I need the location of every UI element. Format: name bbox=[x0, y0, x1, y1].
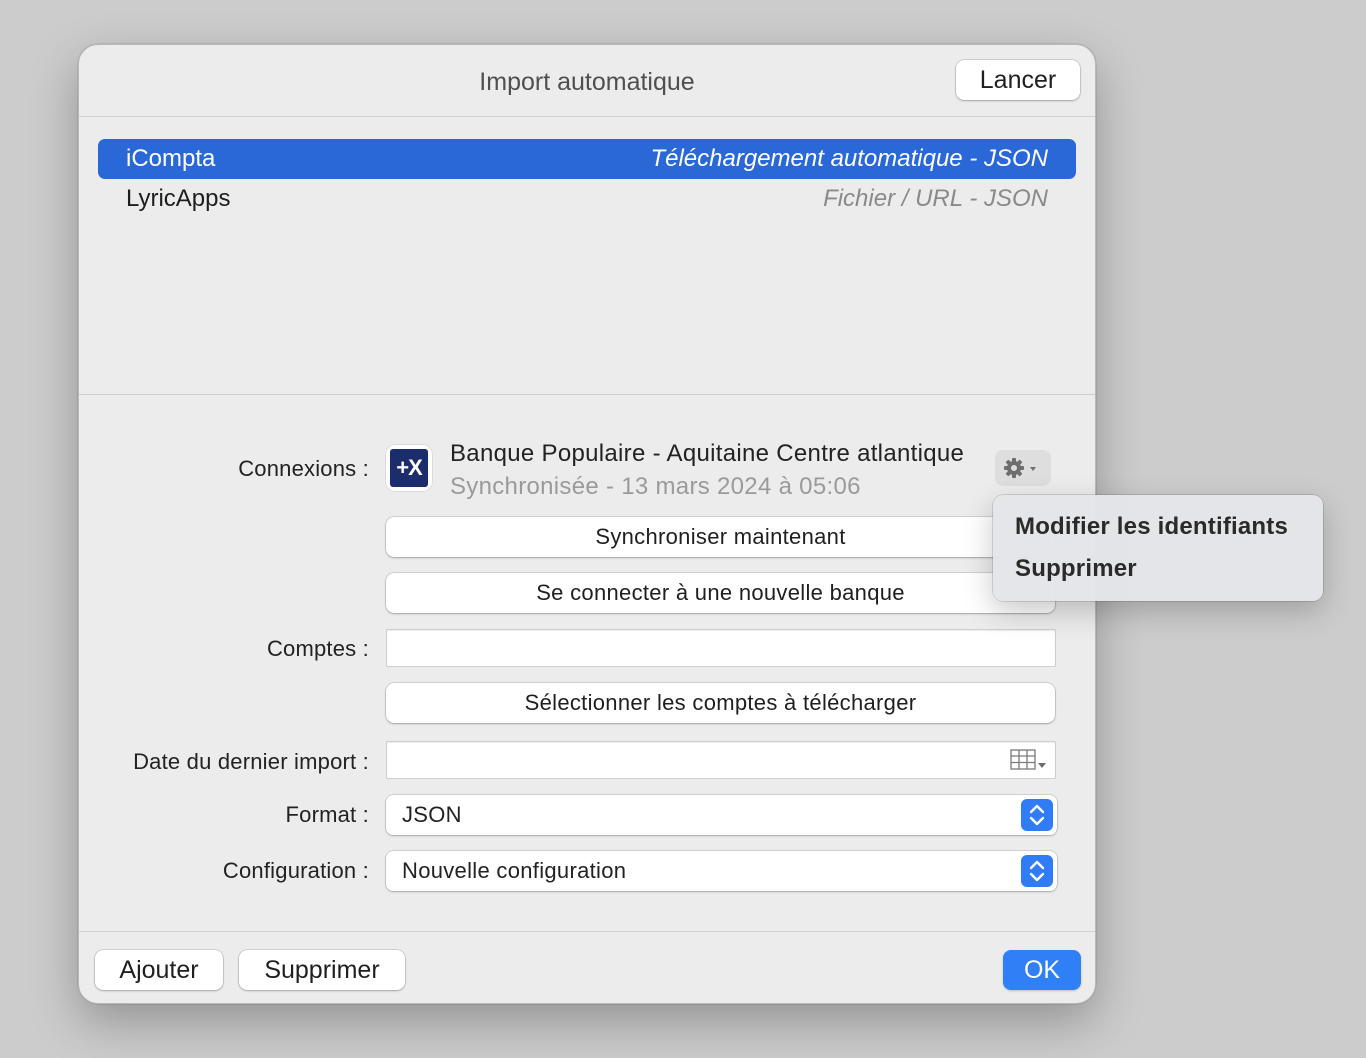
gear-icon bbox=[1004, 458, 1036, 478]
stepper-arrows-icon bbox=[1021, 799, 1053, 831]
chevron-down-icon bbox=[1030, 467, 1036, 471]
ok-button[interactable]: OK bbox=[1003, 950, 1081, 990]
connection-actions-button[interactable] bbox=[995, 450, 1051, 486]
accounts-field[interactable] bbox=[387, 630, 1055, 666]
accounts-label: Comptes : bbox=[266, 636, 369, 661]
import-source-list[interactable]: iCompta Téléchargement automatique - JSO… bbox=[79, 117, 1095, 395]
title-bar: Import automatique Lancer bbox=[79, 45, 1095, 117]
connections-label: Connexions : bbox=[238, 456, 369, 481]
last-import-label: Date du dernier import : bbox=[133, 749, 369, 774]
format-label: Format : bbox=[285, 802, 369, 827]
last-import-date-field[interactable] bbox=[387, 742, 1055, 778]
run-button[interactable]: Lancer bbox=[956, 60, 1080, 100]
menu-item-edit-credentials[interactable]: Modifier les identifiants bbox=[1015, 513, 1288, 541]
calendar-icon[interactable] bbox=[1009, 748, 1049, 772]
import-dialog: Import automatique Lancer iCompta Téléch… bbox=[78, 44, 1096, 1004]
bank-name: Banque Populaire - Aquitaine Centre atla… bbox=[450, 440, 965, 467]
source-name: LyricApps bbox=[126, 185, 231, 212]
configuration-select[interactable]: Nouvelle configuration bbox=[386, 851, 1057, 891]
bank-logo: +X bbox=[386, 445, 432, 491]
dialog-title: Import automatique bbox=[479, 68, 695, 96]
connect-new-bank-button[interactable]: Se connecter à une nouvelle banque bbox=[386, 573, 1055, 613]
configuration-label: Configuration : bbox=[222, 858, 369, 883]
list-item-lyricapps[interactable]: LyricApps Fichier / URL - JSON bbox=[98, 179, 1076, 219]
delete-button[interactable]: Supprimer bbox=[239, 950, 405, 990]
add-button[interactable]: Ajouter bbox=[95, 950, 223, 990]
source-type: Téléchargement automatique - JSON bbox=[650, 145, 1048, 172]
stepper-arrows-icon bbox=[1021, 855, 1053, 887]
select-accounts-button[interactable]: Sélectionner les comptes à télécharger bbox=[386, 683, 1055, 723]
source-name: iCompta bbox=[126, 145, 216, 172]
dialog-footer: Ajouter Supprimer OK bbox=[79, 931, 1095, 1003]
format-select[interactable]: JSON bbox=[386, 795, 1057, 835]
format-value: JSON bbox=[402, 802, 462, 827]
sync-now-button[interactable]: Synchroniser maintenant bbox=[386, 517, 1055, 557]
connection-context-menu: Modifier les identifiants Supprimer bbox=[993, 495, 1323, 601]
bank-sync-status: Synchronisée - 13 mars 2024 à 05:06 bbox=[450, 473, 861, 500]
configuration-value: Nouvelle configuration bbox=[402, 858, 627, 883]
menu-item-delete[interactable]: Supprimer bbox=[1015, 555, 1137, 583]
bank-logo-mark: +X bbox=[390, 449, 428, 487]
list-item-icompta[interactable]: iCompta Téléchargement automatique - JSO… bbox=[98, 139, 1076, 179]
source-type: Fichier / URL - JSON bbox=[823, 185, 1048, 212]
